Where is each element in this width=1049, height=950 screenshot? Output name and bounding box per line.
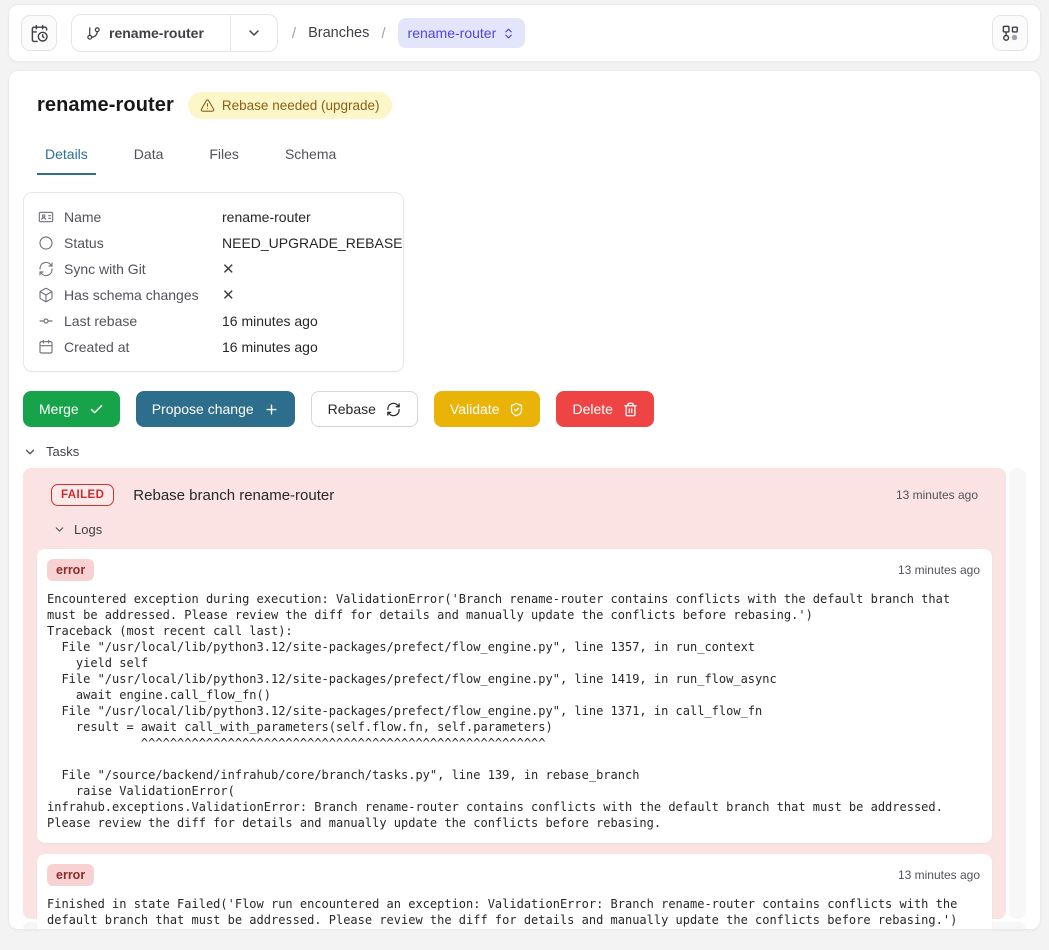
- chevron-down-icon: [53, 523, 66, 536]
- detail-label: Sync with Git: [64, 261, 222, 277]
- tasks-scroll-area: FAILED Rebase branch rename-router 13 mi…: [23, 468, 1026, 919]
- circle-icon: [38, 235, 55, 251]
- shield-check-icon: [509, 402, 524, 417]
- git-branch-icon: [86, 26, 101, 41]
- detail-value-x: ✕: [222, 286, 235, 304]
- detail-row-created-at: Created at 16 minutes ago: [38, 334, 389, 360]
- log-message-final-state: Finished in state Failed('Flow run encou…: [47, 896, 982, 928]
- detail-label: Created at: [64, 339, 222, 355]
- top-bar: rename-router / Branches / rename-router: [8, 4, 1041, 62]
- log-level-badge: error: [47, 559, 94, 581]
- tab-details[interactable]: Details: [37, 136, 96, 175]
- tab-schema[interactable]: Schema: [277, 136, 344, 175]
- detail-row-has-schema-changes: Has schema changes ✕: [38, 282, 389, 308]
- log-entry-header: error 13 minutes ago: [47, 559, 982, 581]
- branch-detail-panel: rename-router Rebase needed (upgrade) De…: [8, 70, 1041, 930]
- task-status-badge: FAILED: [51, 484, 114, 506]
- breadcrumb-separator: /: [381, 25, 385, 42]
- branch-actions: Merge Propose change Rebase Validate Del…: [23, 391, 1026, 427]
- rebase-needed-badge: Rebase needed (upgrade): [188, 92, 392, 119]
- rebase-needed-badge-label: Rebase needed (upgrade): [222, 98, 380, 113]
- detail-label: Last rebase: [64, 313, 222, 329]
- detail-value-x: ✕: [222, 260, 235, 278]
- tab-bar: Details Data Files Schema: [9, 136, 1040, 175]
- tasks-section-toggle[interactable]: Tasks: [23, 444, 1026, 459]
- log-entry-header: error 13 minutes ago: [47, 864, 982, 886]
- tasks-section-label: Tasks: [46, 444, 79, 459]
- detail-row-last-rebase: Last rebase 16 minutes ago: [38, 308, 389, 334]
- log-message-traceback: Encountered exception during execution: …: [47, 591, 982, 831]
- git-commit-icon: [38, 313, 55, 329]
- breadcrumb-branch-select[interactable]: rename-router: [398, 18, 526, 48]
- detail-row-sync-with-git: Sync with Git ✕: [38, 256, 389, 282]
- detail-value: NEED_UPGRADE_REBASE: [222, 235, 403, 251]
- log-timestamp: 13 minutes ago: [898, 563, 982, 577]
- refresh-icon: [386, 402, 401, 417]
- refresh-icon: [38, 261, 55, 277]
- branch-selector-value: rename-router: [109, 25, 204, 41]
- detail-label: Has schema changes: [64, 287, 222, 303]
- id-card-icon: [38, 209, 55, 225]
- detail-value: 16 minutes ago: [222, 313, 318, 329]
- detail-row-status: Status NEED_UPGRADE_REBASE: [38, 230, 389, 256]
- detail-label: Name: [64, 209, 222, 225]
- plus-icon: [264, 402, 279, 417]
- delete-button-label: Delete: [572, 401, 612, 417]
- box-icon: [38, 287, 55, 303]
- chevron-down-icon: [23, 445, 37, 459]
- tab-files[interactable]: Files: [201, 136, 247, 175]
- task-timestamp: 13 minutes ago: [896, 488, 978, 502]
- title-row: rename-router Rebase needed (upgrade): [9, 71, 1040, 119]
- trash-icon: [623, 402, 638, 417]
- schema-visualizer-button[interactable]: [992, 15, 1028, 51]
- breadcrumb-branch-name: rename-router: [408, 25, 497, 41]
- time-travel-button[interactable]: [21, 15, 57, 51]
- detail-value: rename-router: [222, 209, 311, 225]
- calendar-icon: [38, 339, 55, 355]
- check-icon: [89, 402, 104, 417]
- calendar-clock-icon: [30, 24, 49, 43]
- detail-row-name: Name rename-router: [38, 204, 389, 230]
- task-card-failed: FAILED Rebase branch rename-router 13 mi…: [23, 468, 1006, 919]
- merge-button-label: Merge: [39, 401, 79, 417]
- vertical-scrollbar[interactable]: [1009, 468, 1026, 919]
- rebase-button[interactable]: Rebase: [311, 391, 418, 427]
- propose-change-button[interactable]: Propose change: [136, 391, 295, 427]
- delete-button[interactable]: Delete: [556, 391, 653, 427]
- detail-value: 16 minutes ago: [222, 339, 318, 355]
- warning-triangle-icon: [200, 98, 215, 113]
- logs-toggle[interactable]: Logs: [37, 522, 992, 549]
- branch-details-card: Name rename-router Status NEED_UPGRADE_R…: [23, 192, 404, 372]
- rebase-button-label: Rebase: [328, 401, 376, 417]
- log-entry: error 13 minutes ago Finished in state F…: [37, 854, 992, 930]
- branch-selector[interactable]: rename-router: [71, 14, 278, 52]
- tab-data[interactable]: Data: [126, 136, 172, 175]
- breadcrumb: / Branches / rename-router: [292, 18, 525, 48]
- chevron-down-icon: [231, 15, 277, 51]
- breadcrumb-separator: /: [292, 25, 296, 42]
- breadcrumb-branches[interactable]: Branches: [308, 25, 369, 41]
- detail-label: Status: [64, 235, 222, 251]
- log-level-badge: error: [47, 864, 94, 886]
- log-timestamp: 13 minutes ago: [898, 868, 982, 882]
- task-header[interactable]: FAILED Rebase branch rename-router 13 mi…: [37, 484, 992, 522]
- chevrons-up-down-icon: [502, 27, 515, 40]
- propose-change-button-label: Propose change: [152, 401, 254, 417]
- merge-button[interactable]: Merge: [23, 391, 120, 427]
- validate-button[interactable]: Validate: [434, 391, 541, 427]
- graph-nodes-icon: [1001, 24, 1020, 43]
- validate-button-label: Validate: [450, 401, 500, 417]
- page-title: rename-router: [37, 94, 174, 117]
- task-title: Rebase branch rename-router: [133, 487, 334, 504]
- log-entry: error 13 minutes ago Encountered excepti…: [37, 549, 992, 843]
- logs-toggle-label: Logs: [74, 522, 102, 537]
